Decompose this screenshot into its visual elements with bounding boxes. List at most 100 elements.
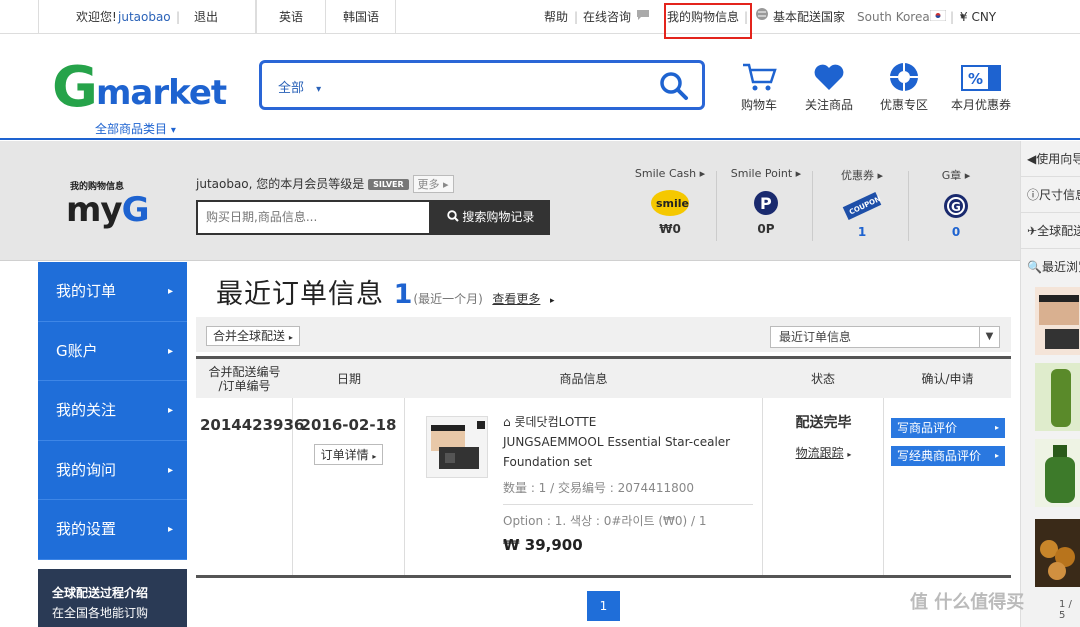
smile-point-stat[interactable]: Smile Point ▸ P 0P — [726, 167, 806, 236]
myg-logo[interactable]: 我的购物信息 myG — [66, 179, 150, 230]
tracking-link[interactable]: 物流跟踪 — [796, 446, 844, 460]
recent-item-thumbnail[interactable] — [1035, 363, 1080, 431]
g-stamp-value: 0 — [951, 225, 961, 239]
svg-text:G: G — [951, 200, 961, 214]
monthly-coupon-label: 本月优惠券 — [950, 98, 1011, 112]
order-detail-button[interactable]: 订单详情 ▸ — [313, 444, 384, 465]
all-categories-link[interactable]: 全部商品类目 ▾ — [95, 120, 176, 137]
svg-text:smile: smile — [656, 197, 689, 210]
all-categories-label: 全部商品类目 — [95, 122, 168, 136]
column-date: 日期 — [336, 371, 361, 386]
wishlist-button[interactable]: 关注商品 — [802, 62, 856, 113]
discount-zone-button[interactable]: 优惠专区 — [877, 62, 931, 113]
sidebar-item-g-account[interactable]: G账户 ▸ — [38, 321, 187, 382]
home-icon: ⌂ — [503, 415, 511, 429]
product-image — [1040, 540, 1075, 580]
search-box[interactable]: 全部 ▾ — [259, 60, 705, 110]
sidebar-item-my-orders[interactable]: 我的订单 ▸ — [38, 262, 187, 322]
chevron-right-icon: ▸ — [288, 333, 293, 342]
plane-icon: ✈ — [1027, 224, 1038, 238]
global-shipping-label: 全球配送 — [1037, 224, 1080, 238]
product-name[interactable]: JUNGSAEMMOOL Essential Star-cealer Found… — [503, 432, 753, 472]
logout-link[interactable]: 退出 — [194, 0, 218, 34]
sidebar-item-label: 我的关注 — [56, 401, 117, 420]
view-more-link[interactable]: 查看更多 — [492, 292, 540, 306]
top-bar: 欢迎您! jutaobao | 退出 英语 韩国语 帮助 | 在线咨询 我的购物… — [0, 0, 1080, 34]
svg-text:%: % — [968, 70, 983, 88]
write-classic-review-button[interactable]: 写经典商品评价 ▸ — [891, 446, 1005, 466]
product-image — [1045, 445, 1075, 503]
global-shipping-link[interactable]: ✈全球配送 — [1021, 213, 1080, 249]
smile-cash-stat[interactable]: Smile Cash ▸ smile ₩0 — [630, 167, 710, 236]
quantity-trade-no: 数量 : 1 / 交易编号 : 2074411800 — [503, 481, 694, 495]
lang-english-link[interactable]: 英语 — [279, 0, 303, 34]
myg-logo-g: G — [121, 190, 150, 230]
search-scope-select[interactable]: 全部 ▾ — [278, 77, 321, 96]
orders-table-header: 合并配送编号 /订单编号 日期 商品信息 状态 确认/申请 — [196, 356, 1011, 398]
sidebar-item-my-inquiries[interactable]: 我的询问 ▸ — [38, 440, 187, 501]
pagination-page-1[interactable]: 1 — [587, 591, 620, 621]
lang-korean-link[interactable]: 韩国语 — [343, 0, 379, 34]
info-icon: ⓘ — [1027, 188, 1040, 202]
quick-guide-label: 使用向导 — [1036, 152, 1080, 166]
order-search-input[interactable] — [198, 202, 423, 232]
size-info-link[interactable]: ⓘ尺寸信息 — [1021, 177, 1080, 213]
recently-viewed-link[interactable]: 🔍最近浏览 — [1021, 249, 1080, 285]
chevron-down-icon: ▼ — [979, 327, 999, 347]
search-icon[interactable] — [658, 70, 690, 102]
korea-flag-icon — [929, 0, 947, 34]
chevron-down-icon: ▾ — [960, 12, 965, 22]
write-classic-review-label: 写经典商品评价 — [897, 449, 982, 463]
product-price: ₩ 39,900 — [503, 536, 583, 554]
chevron-right-icon: ▸ — [167, 524, 173, 536]
seller-label: 롯데닷컴LOTTE — [514, 415, 597, 429]
search-icon — [446, 210, 459, 222]
order-search-button[interactable]: 搜索购物记录 — [431, 200, 550, 235]
member-text: , 您的本月会员等级是 — [248, 177, 365, 191]
recent-item-thumbnail[interactable] — [1035, 287, 1080, 355]
g-stamp-stat[interactable]: G章 ▸ G 0 — [916, 167, 996, 239]
currency-label: ¥ CNY — [960, 10, 997, 24]
wishlist-label: 关注商品 — [804, 98, 853, 112]
member-more-button[interactable]: 更多 ▸ — [412, 175, 454, 193]
chat-link[interactable]: 在线咨询 — [583, 0, 631, 34]
product-thumbnail[interactable] — [426, 416, 488, 478]
member-level-badge: SILVER — [368, 179, 409, 190]
gmarket-logo[interactable]: G market — [52, 60, 234, 116]
seller-name[interactable]: ⌂ 롯데닷컴LOTTE — [503, 412, 753, 432]
monthly-coupon-button[interactable]: % 本月优惠券 — [950, 62, 1012, 113]
global-shipping-banner[interactable]: 全球配送过程介绍 在全国各地能订购 — [38, 569, 187, 627]
help-link[interactable]: 帮助 — [544, 0, 568, 34]
tracking-label: 物流跟踪 — [795, 446, 844, 460]
right-quick-panel: ◀使用向导 ⓘ尺寸信息 ✈全球配送 🔍最近浏览 1 / 5 — [1020, 141, 1080, 627]
country-name[interactable]: South Korea — [857, 0, 930, 34]
coupon-stat[interactable]: 优惠券 ▸ COUPON 1 — [822, 167, 902, 239]
cart-button[interactable]: 购物车 — [738, 62, 780, 113]
quick-guide-link[interactable]: ◀使用向导 — [1021, 141, 1080, 177]
column-status: 状态 — [810, 371, 835, 386]
divider — [908, 171, 909, 241]
column-product: 商品信息 — [559, 371, 608, 386]
recent-item-thumbnail[interactable] — [1035, 439, 1080, 507]
divider — [716, 171, 717, 241]
order-search-button-label: 搜索购物记录 — [462, 210, 535, 224]
page-title-text: 最近订单信息 — [216, 279, 384, 310]
cart-icon — [743, 63, 777, 91]
sidebar-item-my-settings[interactable]: 我的设置 ▸ — [38, 500, 187, 560]
combined-shipping-button[interactable]: 合并全球配送 ▸ — [206, 326, 300, 346]
ship-country-label[interactable]: 基本配送国家 — [773, 0, 845, 34]
chevron-right-icon: ▸ — [167, 286, 173, 297]
username-link[interactable]: jutaobao — [118, 0, 171, 34]
discount-zone-icon — [890, 63, 918, 91]
sidebar-item-my-favorites[interactable]: 我的关注 ▸ — [38, 381, 187, 441]
combined-shipping-label: 合并全球配送 — [213, 329, 286, 343]
order-filter-select[interactable]: 最近订单信息 ▼ — [770, 326, 1000, 348]
write-review-button[interactable]: 写商品评价 ▸ — [891, 418, 1005, 438]
smile-cash-label: Smile Cash — [634, 167, 697, 180]
chevron-down-icon: ▾ — [316, 84, 322, 95]
chevron-right-icon: ▸ — [167, 345, 173, 357]
welcome-text: 欢迎您! — [76, 10, 117, 24]
chevron-right-icon: ▸ — [167, 405, 173, 417]
speaker-icon: ◀ — [1027, 152, 1037, 166]
recent-item-thumbnail[interactable] — [1035, 519, 1080, 587]
